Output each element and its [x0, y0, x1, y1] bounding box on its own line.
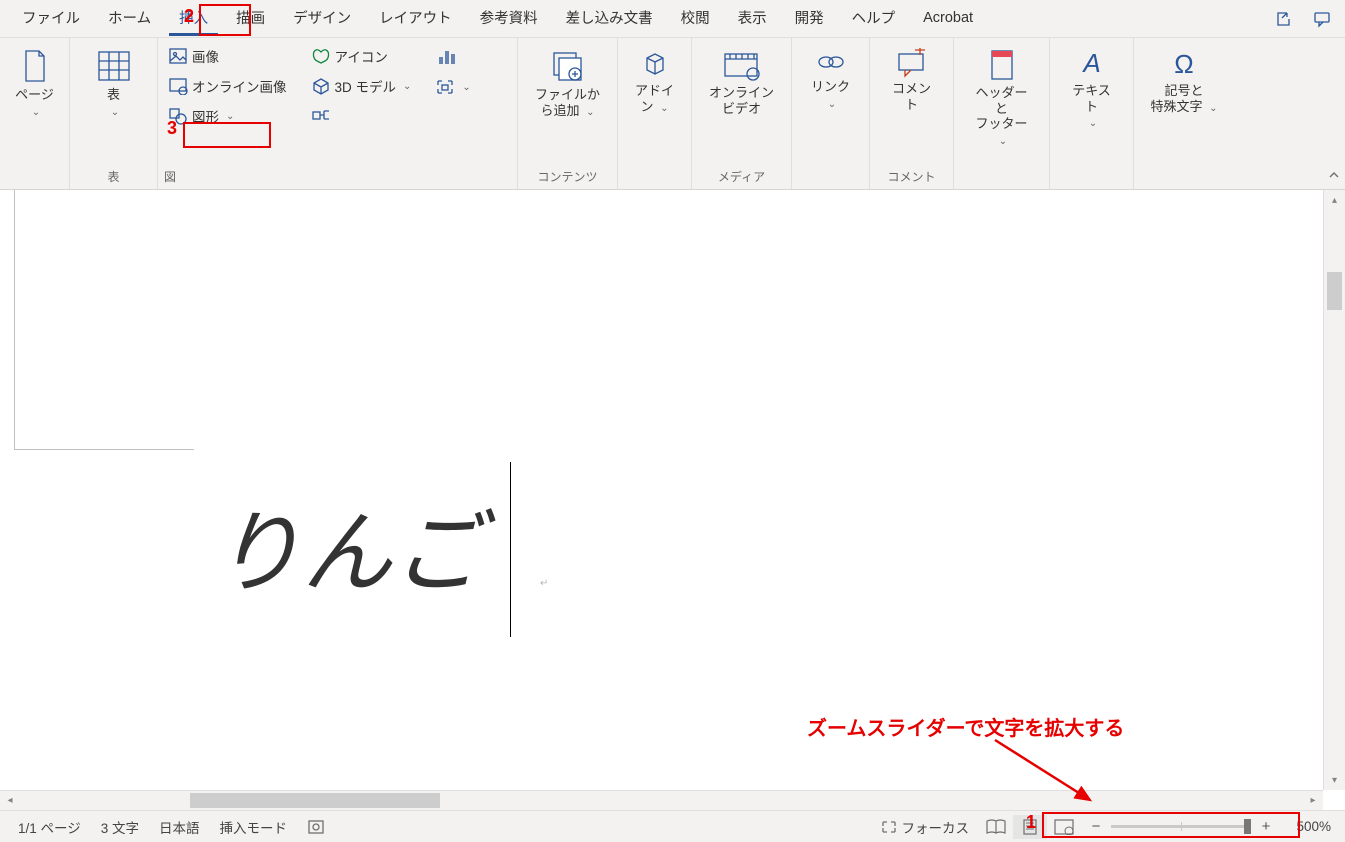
scroll-down-button[interactable]: ▾ — [1324, 770, 1345, 790]
paragraph-mark: ↵ — [540, 578, 548, 589]
svg-text:A: A — [1081, 48, 1100, 78]
group-label-media: メディア — [718, 166, 765, 187]
web-layout-icon — [1054, 819, 1074, 835]
group-label-comment: コメント — [887, 166, 935, 187]
scroll-right-button[interactable]: ▸ — [1303, 795, 1323, 806]
headerfooter-icon — [987, 48, 1017, 82]
online-image-icon — [168, 77, 188, 95]
comment-icon — [1313, 10, 1331, 28]
tab-layout[interactable]: レイアウト — [365, 1, 466, 36]
zoom-track[interactable] — [1111, 825, 1251, 828]
chevron-up-icon — [1327, 168, 1341, 182]
hscroll-thumb[interactable] — [190, 793, 440, 808]
ribbon: ページ⌄ 表⌄ 表 画像 オンライン画像 図形⌄ — [0, 38, 1345, 190]
pictures-button[interactable]: 画像 — [164, 44, 291, 68]
tab-developer[interactable]: 開発 — [781, 1, 838, 36]
scroll-up-button[interactable]: ▴ — [1324, 190, 1345, 210]
status-pages[interactable]: 1/1 ページ — [8, 817, 91, 837]
tab-review[interactable]: 校閲 — [667, 1, 724, 36]
tabs-bar: ファイル ホーム 挿入 描画 デザイン レイアウト 参考資料 差し込み文書 校閲… — [0, 0, 1345, 38]
share-button[interactable] — [1269, 5, 1299, 33]
group-label-table: 表 — [107, 166, 119, 187]
tab-mailings[interactable]: 差し込み文書 — [552, 1, 667, 36]
link-button[interactable]: リンク⌄ — [802, 44, 860, 115]
focus-mode-button[interactable]: フォーカス — [870, 817, 980, 837]
document-area[interactable]: りんご ↵ — [0, 190, 1323, 790]
status-language[interactable]: 日本語 — [149, 817, 210, 837]
online-pictures-button[interactable]: オンライン画像 — [164, 74, 291, 98]
tab-help[interactable]: ヘルプ — [838, 1, 910, 36]
reuse-files-button[interactable]: ファイルから追加 ⌄ — [529, 44, 606, 123]
tab-design[interactable]: デザイン — [279, 1, 365, 36]
svg-text:Ω: Ω — [1174, 49, 1193, 79]
icons-icon — [311, 47, 331, 65]
shapes-button[interactable]: 図形⌄ — [164, 104, 291, 128]
header-footer-button[interactable]: ヘッダーとフッター ⌄ — [964, 44, 1039, 152]
status-bar: 1/1 ページ 3 文字 日本語 挿入モード フォーカス − + 500% — [0, 810, 1345, 842]
document-text[interactable]: りんご — [212, 480, 482, 610]
scroll-left-button[interactable]: ◂ — [0, 795, 20, 806]
text-cursor — [510, 462, 511, 637]
zoom-tick — [1181, 822, 1182, 831]
screenshot-icon — [435, 78, 455, 96]
link-icon — [814, 48, 848, 76]
status-insertmode[interactable]: 挿入モード — [210, 817, 298, 837]
chart-button[interactable] — [431, 44, 474, 70]
icons-button[interactable]: アイコン — [307, 44, 416, 68]
page-margin-corner — [14, 190, 194, 450]
tab-draw[interactable]: 描画 — [222, 1, 279, 36]
print-layout-button[interactable] — [1013, 815, 1047, 839]
status-wordcount[interactable]: 3 文字 — [91, 817, 149, 837]
new-comment-icon — [895, 48, 929, 78]
web-layout-button[interactable] — [1047, 815, 1081, 839]
tab-view[interactable]: 表示 — [724, 1, 781, 36]
3d-models-button[interactable]: 3D モデル⌄ — [307, 74, 416, 98]
comments-button[interactable] — [1307, 5, 1337, 33]
vertical-scrollbar[interactable]: ▴ ▾ — [1323, 190, 1345, 790]
zoom-out-button[interactable]: − — [1087, 818, 1105, 836]
tab-file[interactable]: ファイル — [8, 1, 94, 36]
tab-references[interactable]: 参考資料 — [466, 1, 552, 36]
group-label-illustrations: 図 — [164, 166, 511, 187]
focus-icon — [880, 819, 898, 835]
textbox-icon: A — [1076, 48, 1108, 80]
addins-button[interactable]: アドイン ⌄ — [626, 44, 684, 119]
smartart-icon — [311, 106, 331, 124]
macro-icon — [307, 819, 325, 835]
tab-insert[interactable]: 挿入 — [165, 1, 222, 36]
status-macro[interactable] — [297, 819, 335, 835]
new-comment-button[interactable]: コメント — [880, 44, 943, 116]
online-video-button[interactable]: オンラインビデオ — [703, 44, 780, 120]
table-icon — [95, 48, 133, 84]
chart-icon — [435, 46, 459, 68]
page-layout-icon — [1021, 819, 1039, 835]
vscroll-thumb[interactable] — [1327, 272, 1342, 310]
tab-acrobat[interactable]: Acrobat — [909, 4, 987, 34]
zoom-in-button[interactable]: + — [1257, 818, 1275, 836]
smartart-button[interactable] — [307, 104, 416, 126]
collapse-ribbon-button[interactable] — [1327, 168, 1341, 185]
book-icon — [985, 819, 1007, 835]
zoom-slider: − + 500% — [1081, 818, 1337, 836]
reuse-files-icon — [549, 48, 585, 84]
addin-icon — [639, 48, 671, 80]
read-mode-button[interactable] — [979, 815, 1013, 839]
image-icon — [168, 47, 188, 65]
pages-button[interactable]: ページ⌄ — [6, 44, 64, 123]
zoom-thumb[interactable] — [1244, 819, 1251, 834]
tab-home[interactable]: ホーム — [94, 1, 165, 36]
share-icon — [1275, 10, 1293, 28]
omega-icon: Ω — [1168, 48, 1200, 80]
zoom-percent[interactable]: 500% — [1281, 819, 1331, 834]
table-button[interactable]: 表⌄ — [85, 44, 143, 123]
group-label-content: コンテンツ — [537, 166, 597, 187]
page-icon — [20, 48, 50, 84]
horizontal-scrollbar[interactable]: ◂ ▸ — [0, 790, 1323, 810]
symbols-button[interactable]: Ω 記号と特殊文字 ⌄ — [1144, 44, 1223, 119]
cube-icon — [311, 77, 331, 95]
shapes-icon — [168, 107, 188, 125]
text-button[interactable]: A テキスト⌄ — [1060, 44, 1123, 134]
screenshot-button[interactable]: ⌄ — [431, 76, 474, 98]
video-icon — [721, 48, 761, 82]
